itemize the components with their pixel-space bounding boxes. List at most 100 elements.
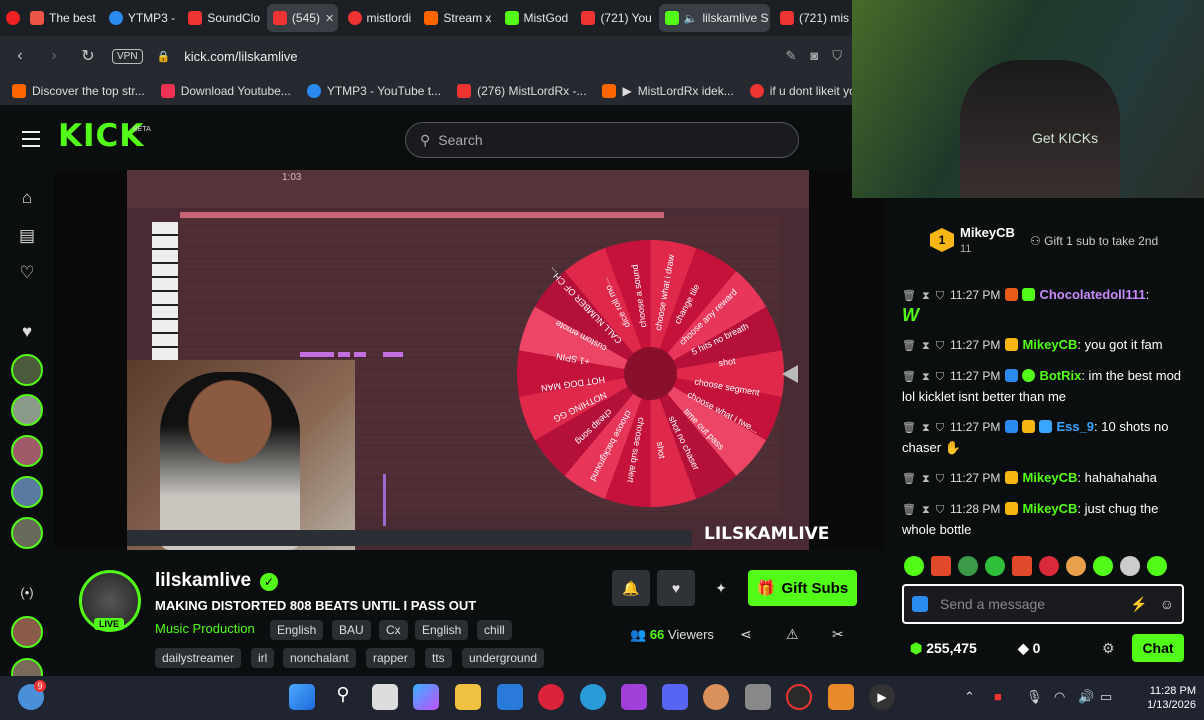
opera-taskbar-icon[interactable]: [538, 684, 564, 710]
followed-channel-avatar[interactable]: [11, 394, 43, 426]
trash-icon[interactable]: 🗑: [902, 340, 916, 352]
browser-tab[interactable]: (545) ✕: [266, 4, 338, 32]
emote-icon[interactable]: [904, 556, 924, 576]
close-tab-icon[interactable]: ✕: [325, 12, 334, 25]
chat-username[interactable]: MikeyCB: [1022, 470, 1077, 485]
browser-tab[interactable]: The best: [24, 4, 99, 32]
ban-shield-icon[interactable]: ⛉: [936, 422, 944, 434]
stream-tag[interactable]: chill: [477, 620, 512, 640]
file-explorer-icon[interactable]: [455, 684, 481, 710]
tray-overflow-icon[interactable]: ⌃: [964, 689, 975, 705]
browser-tab[interactable]: mistlordi: [342, 4, 415, 32]
trash-icon[interactable]: 🗑: [902, 473, 916, 485]
stream-tag[interactable]: irl: [251, 648, 275, 668]
followed-channel-avatar[interactable]: [11, 476, 43, 508]
ban-shield-icon[interactable]: ⛉: [936, 371, 944, 383]
bookmark-item[interactable]: (276) MistLordRx -...: [457, 83, 586, 98]
emote-icon[interactable]: [1120, 556, 1140, 576]
browser-tab[interactable]: SoundClo: [182, 4, 263, 32]
top-gifter-name[interactable]: MikeyCB: [960, 225, 1015, 240]
timeout-icon[interactable]: ⧗: [922, 473, 930, 485]
emote-icon[interactable]: [1093, 556, 1113, 576]
bookmark-item[interactable]: Download Youtube...: [160, 83, 291, 98]
camera-app-icon[interactable]: [745, 684, 771, 710]
recommended-channel-avatar[interactable]: [11, 616, 43, 648]
fl-studio-icon[interactable]: [828, 684, 854, 710]
stream-tag[interactable]: tts: [425, 648, 452, 668]
followed-channel-avatar[interactable]: [11, 435, 43, 467]
emote-icon[interactable]: [1012, 556, 1032, 576]
taskbar-clock[interactable]: 11:28 PM 1/13/2026: [1132, 684, 1196, 712]
user-badge-icon[interactable]: [912, 596, 928, 612]
vpn-badge[interactable]: VPN: [112, 48, 143, 64]
following-heart-icon[interactable]: ♡: [17, 263, 37, 283]
stream-tag[interactable]: English: [415, 620, 469, 640]
timeout-icon[interactable]: ⧗: [922, 290, 930, 302]
app-icon[interactable]: [497, 684, 523, 710]
chat-username[interactable]: BotRix: [1039, 368, 1081, 383]
emote-icon[interactable]: [931, 556, 951, 576]
media-player-icon[interactable]: ▶: [869, 684, 895, 710]
stream-tag[interactable]: English: [270, 620, 324, 640]
stream-tag[interactable]: dailystreamer: [155, 648, 242, 668]
followed-channel-avatar[interactable]: [11, 517, 43, 549]
sparkle-button[interactable]: ✦: [702, 570, 740, 606]
channel-points[interactable]: ⬢ 255,475: [910, 640, 977, 657]
follow-button[interactable]: ♥: [657, 570, 695, 606]
emote-icon[interactable]: [1039, 556, 1059, 576]
bookmark-item[interactable]: Discover the top str...: [12, 83, 145, 98]
gift-hint[interactable]: ⚇ Gift 1 sub to take 2nd: [1030, 234, 1158, 248]
chat-settings-gear-icon[interactable]: ⚙: [1102, 640, 1115, 657]
ban-shield-icon[interactable]: ⛉: [936, 504, 944, 516]
timeout-icon[interactable]: ⧗: [922, 371, 930, 383]
emote-icon[interactable]: [1066, 556, 1086, 576]
stream-tag[interactable]: nonchalant: [283, 648, 356, 668]
followed-channel-avatar[interactable]: [11, 354, 43, 386]
stream-tag[interactable]: rapper: [366, 648, 415, 668]
volume-icon[interactable]: 🔊: [1078, 689, 1094, 705]
trash-icon[interactable]: 🗑: [902, 422, 916, 434]
hamburger-menu-icon[interactable]: [22, 131, 40, 147]
lock-icon[interactable]: 🔒: [157, 50, 171, 63]
chat-username[interactable]: MikeyCB: [1022, 337, 1077, 352]
share-icon[interactable]: ⋖: [740, 626, 752, 643]
bookmark-item[interactable]: ▶ MistLordRx idek...: [602, 83, 734, 98]
stream-tag[interactable]: Cx: [379, 620, 408, 640]
clip-icon[interactable]: ✂: [832, 626, 844, 643]
emote-icon[interactable]: [1147, 556, 1167, 576]
chat-username[interactable]: MikeyCB: [1022, 501, 1077, 516]
timeout-icon[interactable]: ⧗: [922, 422, 930, 434]
ban-shield-icon[interactable]: ⛉: [936, 290, 944, 302]
speaker-icon[interactable]: 🔈: [684, 12, 698, 25]
timeout-icon[interactable]: ⧗: [922, 340, 930, 352]
battery-icon[interactable]: ▭: [1100, 689, 1112, 705]
kick-logo[interactable]: KICK: [58, 118, 144, 154]
chat-send-button[interactable]: Chat: [1132, 634, 1184, 662]
tray-app-icon[interactable]: ■: [994, 689, 1002, 704]
kicks-balance[interactable]: ◆ 0: [1018, 640, 1040, 657]
wifi-icon[interactable]: ◠: [1054, 689, 1065, 705]
browser-tab[interactable]: (721) You: [575, 4, 654, 32]
emote-icon[interactable]: [985, 556, 1005, 576]
obs-icon[interactable]: [786, 684, 812, 710]
reload-icon[interactable]: ↻: [78, 46, 98, 66]
notification-bell-button[interactable]: 🔔: [612, 570, 650, 606]
ban-shield-icon[interactable]: ⛉: [936, 340, 944, 352]
browser-tab[interactable]: (721) mis: [774, 4, 852, 32]
stream-tag[interactable]: underground: [462, 648, 545, 668]
home-icon[interactable]: ⌂: [17, 188, 37, 208]
kick-emote-icon[interactable]: ⚡: [1130, 596, 1147, 613]
category-link[interactable]: Music Production: [155, 621, 255, 636]
windows-start-icon[interactable]: [289, 684, 315, 710]
app-icon[interactable]: [703, 684, 729, 710]
chat-message-input[interactable]: Send a message ⚡ ☺: [902, 584, 1184, 624]
edge-icon[interactable]: [580, 684, 606, 710]
trash-icon[interactable]: 🗑: [902, 371, 916, 383]
report-warning-icon[interactable]: ⚠: [786, 626, 799, 643]
gift-subs-button[interactable]: 🎁 Gift Subs: [748, 570, 857, 606]
task-view-icon[interactable]: [372, 684, 398, 710]
trash-icon[interactable]: 🗑: [902, 504, 916, 516]
edit-icon[interactable]: ✎: [785, 48, 796, 64]
bookmark-item[interactable]: YTMP3 - YouTube t...: [306, 83, 441, 98]
browser-tab[interactable]: YTMP3 -: [103, 4, 178, 32]
